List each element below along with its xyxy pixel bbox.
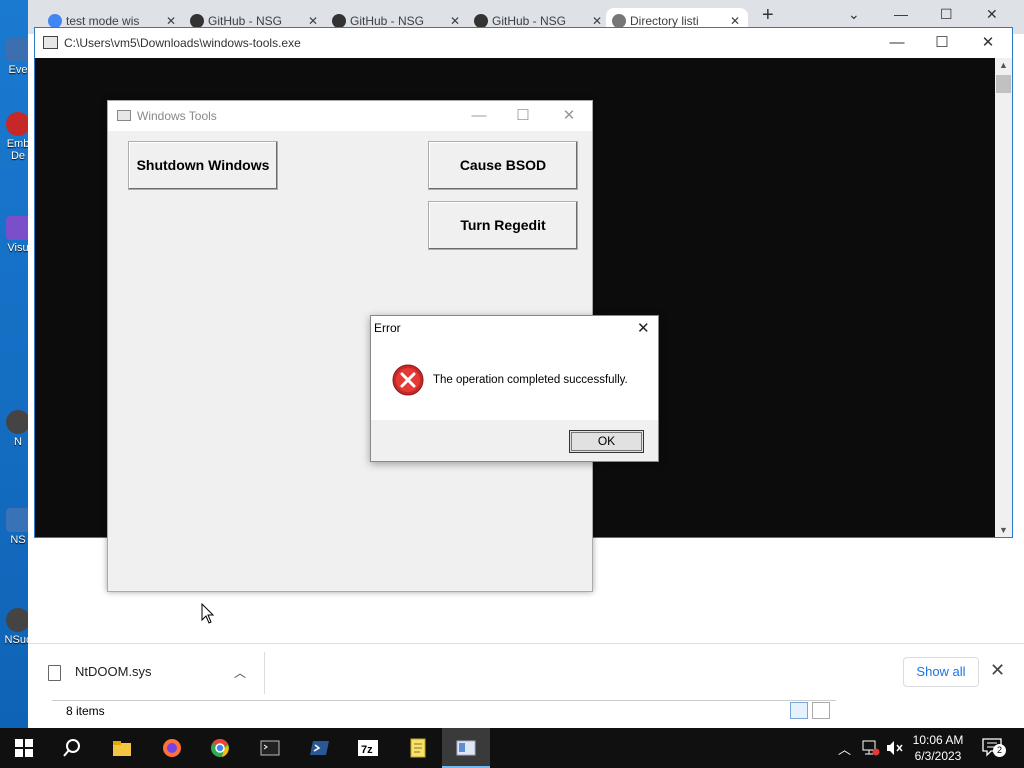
app-shortcut-icon <box>6 38 30 62</box>
new-tab-button[interactable]: + <box>762 4 774 27</box>
large-icons-view-icon[interactable] <box>812 702 830 719</box>
error-icon <box>392 364 424 396</box>
details-view-icon[interactable] <box>790 702 808 719</box>
start-button[interactable] <box>0 728 48 768</box>
powershell-icon <box>310 741 329 755</box>
turn-regedit-button[interactable]: Turn Regedit <box>428 201 578 250</box>
app-shortcut-icon <box>6 410 30 434</box>
tab-label: test mode wis <box>66 14 140 28</box>
tab-label: GitHub - NSG <box>208 14 283 28</box>
chrome-icon <box>211 739 229 757</box>
google-icon <box>48 14 62 28</box>
window-title: C:\Users\vm5\Downloads\windows-tools.exe <box>64 36 301 50</box>
divider <box>264 652 265 694</box>
search-icon <box>63 739 80 757</box>
app-shortcut-icon <box>6 112 30 136</box>
tab-label: GitHub - NSG <box>350 14 425 28</box>
search-button[interactable] <box>48 728 96 768</box>
show-all-button[interactable]: Show all <box>903 657 979 687</box>
taskbar-app-firefox[interactable] <box>148 728 196 768</box>
visual-studio-icon <box>6 216 30 240</box>
console-app-icon <box>43 36 58 49</box>
taskbar-app-terminal[interactable] <box>246 728 294 768</box>
tab-label: Directory listi <box>630 14 699 28</box>
close-icon[interactable]: ✕ <box>990 660 1005 681</box>
dialog-title: Error <box>374 321 401 335</box>
taskbar-clock[interactable]: 10:06 AM 6/3/2023 <box>906 732 970 764</box>
notification-badge: 2 <box>993 744 1006 757</box>
taskbar-app-7zip[interactable]: 7z <box>344 728 392 768</box>
windows-tools-icon <box>456 740 476 756</box>
taskbar-app-windows-tools[interactable] <box>442 728 490 768</box>
maximize-button[interactable]: ☐ <box>940 6 953 23</box>
maximize-button[interactable]: ☐ <box>513 106 533 126</box>
github-icon <box>190 14 204 28</box>
github-icon <box>332 14 346 28</box>
cause-bsod-button[interactable]: Cause BSOD <box>428 141 578 190</box>
chevron-up-icon[interactable]: ︿ <box>234 664 246 681</box>
scroll-down-icon[interactable]: ▼ <box>999 525 1008 535</box>
volume-muted-icon[interactable] <box>886 740 904 756</box>
console-titlebar[interactable]: C:\Users\vm5\Downloads\windows-tools.exe… <box>35 28 1012 58</box>
taskbar-app-notepad[interactable] <box>394 728 442 768</box>
chevron-up-icon[interactable]: ︿ <box>838 739 851 758</box>
notepad-icon <box>410 738 426 758</box>
tab-label: GitHub - NSG <box>492 14 567 28</box>
clock-time: 10:06 AM <box>912 733 964 747</box>
globe-icon <box>612 14 626 28</box>
shutdown-windows-button[interactable]: Shutdown Windows <box>128 141 278 190</box>
windows-start-icon <box>15 739 33 757</box>
taskbar: 7z ︿ 10:06 AM 6/3/2023 2 <box>0 728 1024 768</box>
maximize-button[interactable]: ☐ <box>932 33 952 53</box>
chevron-down-icon[interactable]: ⌄ <box>848 6 860 23</box>
firefox-icon <box>163 739 181 757</box>
explorer-status-bar: 8 items <box>52 700 836 722</box>
mouse-cursor-icon <box>201 603 215 624</box>
vertical-scrollbar[interactable]: ▲ ▼ <box>995 58 1012 537</box>
app-icon <box>117 110 131 121</box>
file-icon <box>48 664 61 681</box>
7zip-icon: 7z <box>358 740 378 756</box>
item-count: 8 items <box>66 704 105 718</box>
window-title: Windows Tools <box>137 109 217 123</box>
github-icon <box>474 14 488 28</box>
app-shortcut-icon <box>6 508 30 532</box>
app-shortcut-icon <box>6 608 30 632</box>
network-icon[interactable] <box>862 740 880 756</box>
error-message: The operation completed successfully. <box>433 374 628 386</box>
windows-tools-titlebar[interactable]: Windows Tools — ☐ ✕ <box>108 101 592 131</box>
close-window-button[interactable]: ✕ <box>559 106 579 126</box>
taskbar-app-chrome[interactable] <box>196 728 244 768</box>
minimize-button[interactable]: — <box>887 33 907 53</box>
close-icon[interactable]: ✕ <box>637 319 650 337</box>
notification-center-button[interactable]: 2 <box>982 738 1006 758</box>
close-window-button[interactable]: ✕ <box>978 33 998 53</box>
close-window-button[interactable]: ✕ <box>986 6 998 23</box>
svg-text:7z: 7z <box>361 744 373 756</box>
download-item[interactable]: NtDOOM.sys <box>48 664 152 681</box>
download-bar: NtDOOM.sys ︿ Show all ✕ <box>28 643 1024 700</box>
clock-date: 6/3/2023 <box>914 749 962 763</box>
file-explorer-icon <box>113 741 131 756</box>
scroll-up-icon[interactable]: ▲ <box>999 60 1008 70</box>
terminal-icon <box>260 740 280 756</box>
ok-button[interactable]: OK <box>569 430 644 453</box>
taskbar-app-powershell[interactable] <box>296 728 344 768</box>
minimize-button[interactable]: — <box>894 6 908 22</box>
error-dialog: Error ✕ The operation completed successf… <box>370 315 659 462</box>
download-filename: NtDOOM.sys <box>75 664 152 679</box>
dialog-footer: OK <box>371 420 658 461</box>
scroll-thumb[interactable] <box>996 75 1011 93</box>
taskbar-app-file-explorer[interactable] <box>98 728 146 768</box>
minimize-button[interactable]: — <box>469 106 489 126</box>
